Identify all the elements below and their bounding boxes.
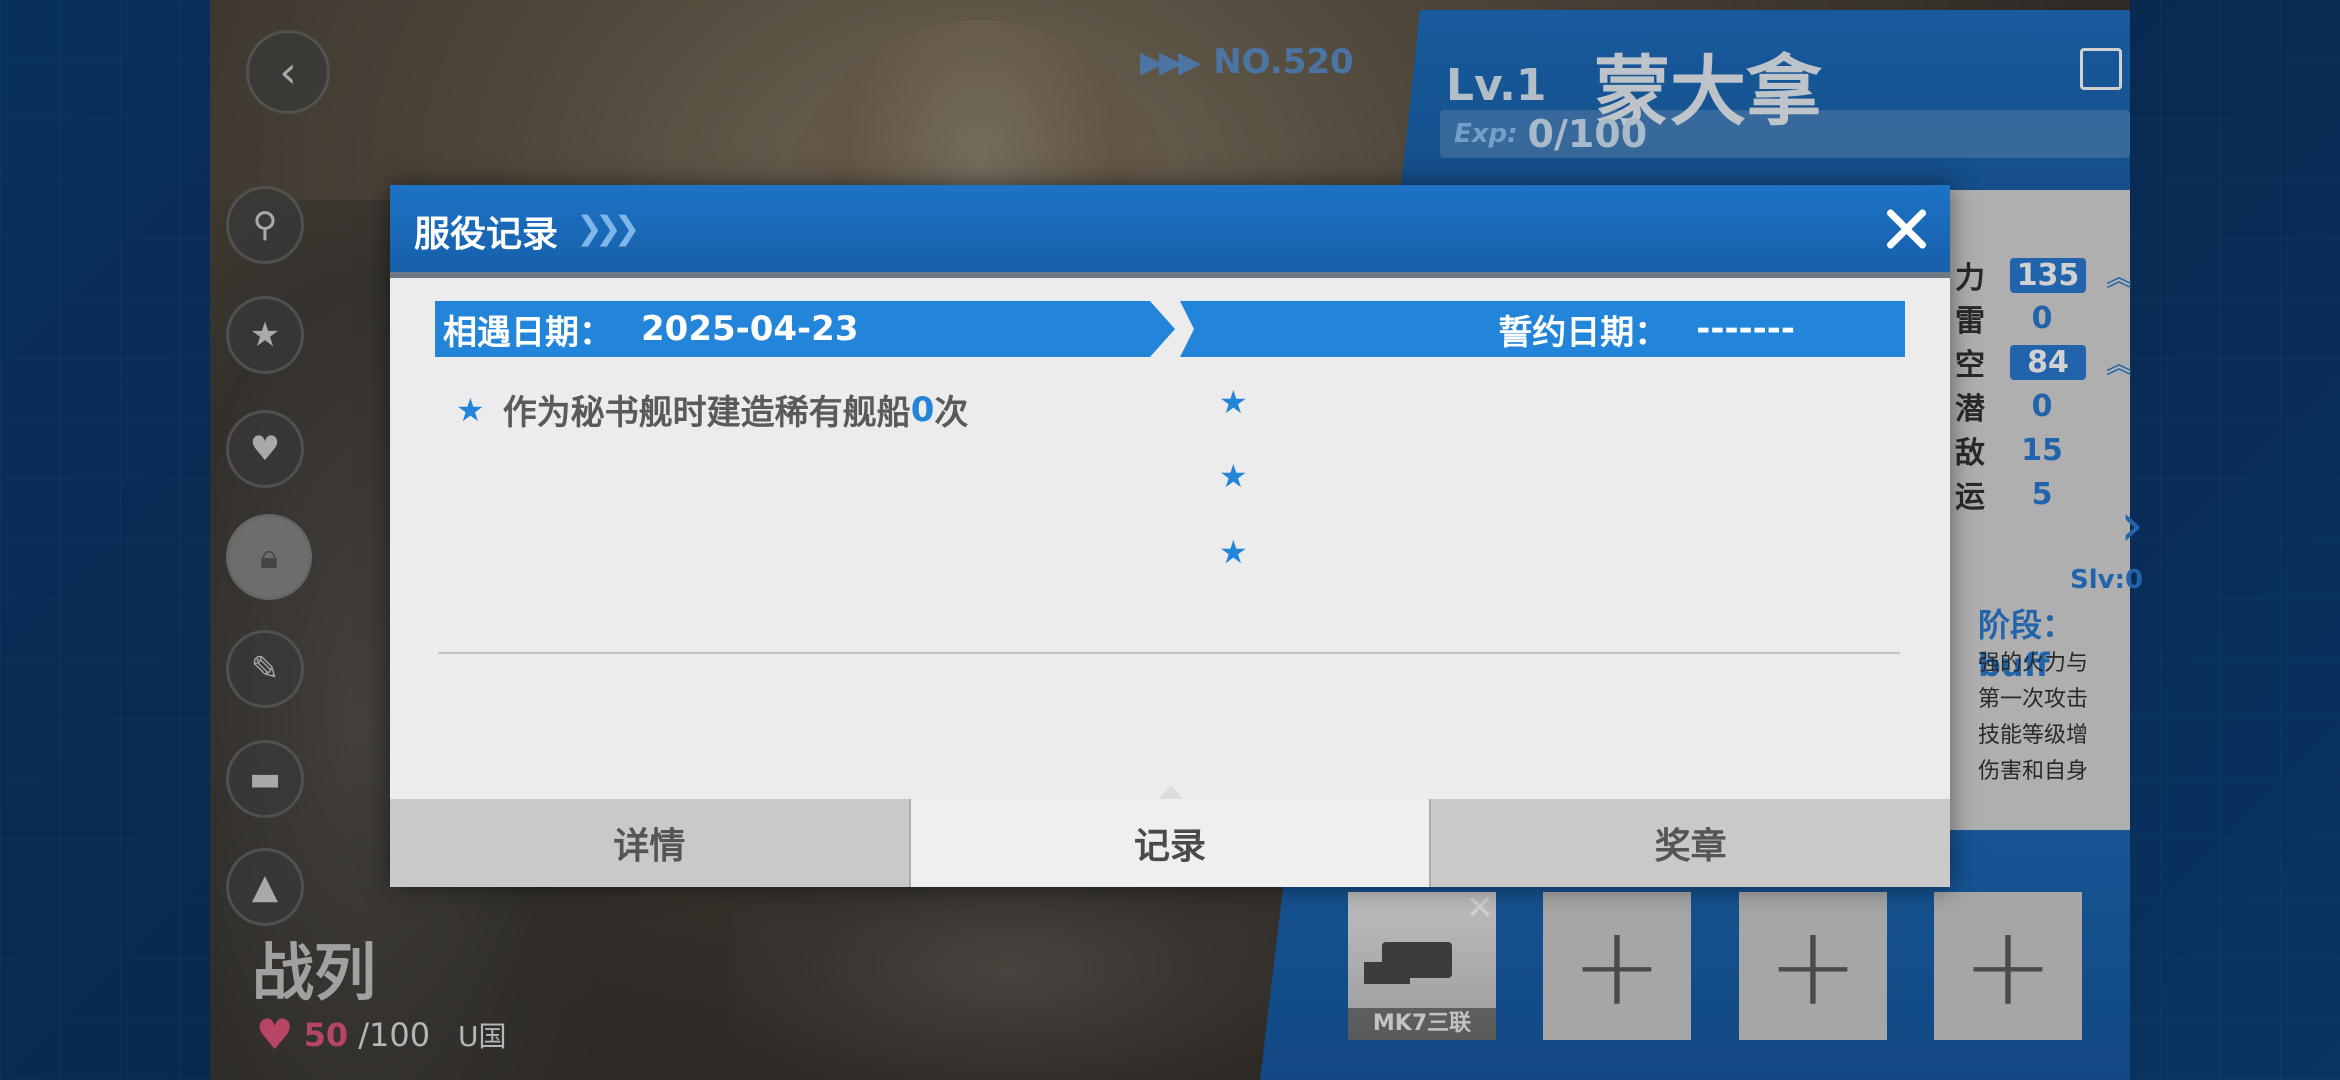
meet-date-value: 2025-04-23 [641,309,859,349]
dialog-header: 服役记录 ❯❯❯ [390,185,1950,278]
star-icon: ★ [1219,457,1248,495]
dialog-tabs: 详情 记录 奖章 [390,799,1951,887]
tab-records[interactable]: 记录 [910,799,1432,887]
triple-chevron-icon: ❯❯❯ [576,209,641,247]
dialog-title: 服役记录 [414,214,559,255]
service-record-dialog: 服役记录 ❯❯❯ 相遇日期： 2025-04-23 誓约日期： ------- … [390,185,1951,887]
tab-details[interactable]: 详情 [390,799,911,887]
tab-medals[interactable]: 奖章 [1431,799,1951,887]
star-icon: ★ [1219,533,1248,571]
oath-date-label: 誓约日期： [1498,312,1669,353]
close-button[interactable] [1878,201,1934,257]
meet-date-label: 相遇日期： [443,312,613,353]
record-text-suffix: 次 [934,393,969,433]
record-item: ★ 作为秘书舰时建造稀有舰船 0 次 [456,385,968,434]
meet-date-bar: 相遇日期： 2025-04-23 [435,301,1175,357]
record-text-prefix: 作为秘书舰时建造稀有舰船 [502,393,911,433]
divider [438,652,1900,654]
oath-date-value: ------- [1696,309,1795,349]
record-item-empty: ★ [1219,457,1266,495]
record-count: 0 [910,389,935,430]
star-icon: ★ [1219,383,1248,421]
star-icon: ★ [456,390,485,429]
oath-date-bar: 誓约日期： ------- [1180,301,1905,357]
record-item-empty: ★ [1219,383,1266,421]
record-item-empty: ★ [1219,533,1266,571]
